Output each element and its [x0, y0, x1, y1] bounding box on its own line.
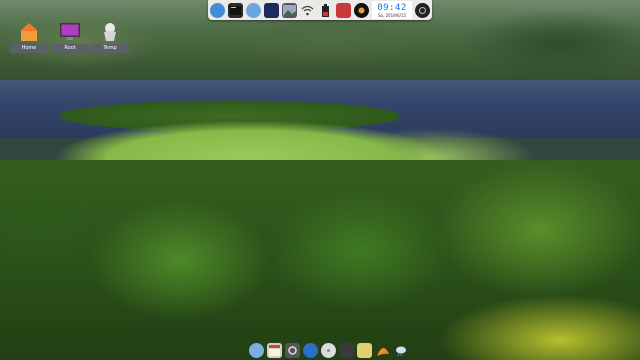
file-manager-icon[interactable] — [267, 343, 282, 358]
desktop-icon-label: Temp — [91, 44, 129, 53]
volume-icon[interactable] — [336, 2, 351, 18]
wifi-icon[interactable] — [300, 3, 315, 18]
snail-icon[interactable] — [375, 343, 390, 358]
weather-icon[interactable] — [393, 343, 408, 358]
settings-icon[interactable] — [285, 343, 300, 358]
home-folder-icon — [18, 22, 40, 42]
power-icon[interactable] — [415, 2, 430, 18]
desktop-icon-label: Home — [10, 44, 48, 53]
desktop-icon-label: Root — [51, 44, 89, 53]
battery-icon[interactable] — [318, 3, 333, 18]
terminal-icon[interactable] — [228, 2, 243, 18]
clock-widget[interactable]: 09:42 Sa, 2019/6/15 — [372, 1, 412, 19]
media-player-icon[interactable] — [354, 2, 369, 18]
notes-icon[interactable] — [357, 343, 372, 358]
disk-icon[interactable] — [249, 343, 264, 358]
top-dock: 09:42 Sa, 2019/6/15 — [208, 0, 432, 20]
root-monitor-icon — [59, 22, 81, 42]
wallpaper-trees — [0, 160, 640, 360]
bottom-dock — [246, 341, 406, 360]
desktop-icon-temp[interactable]: Temp — [91, 22, 129, 53]
desktop-wallpaper — [0, 0, 640, 360]
image-viewer-icon[interactable] — [282, 2, 297, 18]
menu-icon[interactable] — [210, 2, 225, 18]
trash-icon[interactable] — [339, 343, 354, 358]
browser-icon[interactable] — [246, 2, 261, 18]
screenshot-icon[interactable] — [264, 2, 279, 18]
desktop-icon-root[interactable]: Root — [51, 22, 89, 53]
clock-time: 09:42 — [377, 2, 407, 13]
clock-date: Sa, 2019/6/15 — [377, 12, 407, 18]
desktop-icon-home[interactable]: Home — [10, 22, 48, 53]
temp-trash-icon — [99, 22, 121, 42]
cd-icon[interactable] — [321, 343, 336, 358]
web-browser-icon[interactable] — [303, 343, 318, 358]
